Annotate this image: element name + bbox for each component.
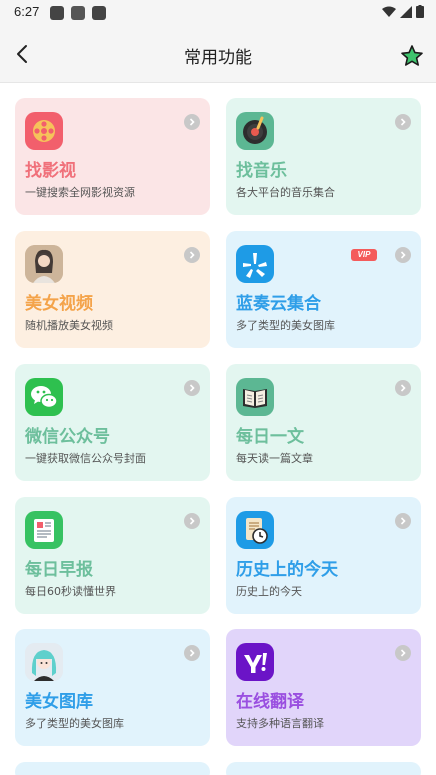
card-subtitle: 多了类型的美女图库 bbox=[25, 717, 124, 730]
feature-card-lanzou-collection[interactable]: VIP 蓝奏云集合 多了类型的美女图库 bbox=[226, 231, 421, 348]
feature-card-online-translate[interactable]: 在线翻译 支持多种语言翻译 bbox=[226, 629, 421, 746]
chevron-right-icon bbox=[395, 114, 411, 130]
feature-card-beauty-videos[interactable]: 美女视频 随机播放美女视频 bbox=[15, 231, 210, 348]
card-title: 在线翻译 bbox=[236, 692, 304, 712]
card-subtitle: 每天读一篇文章 bbox=[236, 452, 313, 465]
chevron-right-icon bbox=[184, 645, 200, 661]
feature-card-find-music[interactable]: 找音乐 各大平台的音乐集合 bbox=[226, 98, 421, 215]
chevron-right-icon bbox=[184, 380, 200, 396]
battery-icon bbox=[416, 5, 424, 18]
notification-icon bbox=[50, 6, 64, 20]
card-subtitle: 一键获取微信公众号封面 bbox=[25, 452, 146, 465]
feature-card-beauty-gallery[interactable]: 美女图库 多了类型的美女图库 bbox=[15, 629, 210, 746]
history-clock-icon bbox=[236, 511, 274, 549]
yahoo-icon bbox=[236, 643, 274, 681]
card-title: 找音乐 bbox=[236, 161, 287, 181]
card-subtitle: 支持多种语言翻译 bbox=[236, 717, 324, 730]
chevron-right-icon bbox=[395, 247, 411, 263]
card-title: 每日一文 bbox=[236, 427, 304, 447]
card-subtitle: 一键搜索全网影视资源 bbox=[25, 186, 135, 199]
chevron-right-icon bbox=[184, 114, 200, 130]
feature-card-partial[interactable] bbox=[226, 762, 421, 775]
favorite-button[interactable] bbox=[400, 44, 424, 68]
film-reel-icon bbox=[25, 112, 63, 150]
yelp-icon bbox=[236, 245, 274, 283]
card-title: 蓝奏云集合 bbox=[236, 294, 321, 314]
newspaper-icon bbox=[25, 511, 63, 549]
status-bar: 6:27 bbox=[0, 0, 436, 26]
card-subtitle: 历史上的今天 bbox=[236, 585, 302, 598]
chevron-right-icon bbox=[395, 380, 411, 396]
anime-avatar-icon bbox=[25, 643, 63, 681]
feature-card-today-in-history[interactable]: 历史上的今天 历史上的今天 bbox=[226, 497, 421, 614]
vip-badge: VIP bbox=[351, 249, 377, 261]
card-title: 找影视 bbox=[25, 161, 76, 181]
chevron-right-icon bbox=[184, 247, 200, 263]
status-indicators bbox=[382, 5, 424, 18]
chevron-right-icon bbox=[395, 513, 411, 529]
app-header: 常用功能 bbox=[0, 26, 436, 83]
page-title: 常用功能 bbox=[184, 48, 252, 68]
card-subtitle: 各大平台的音乐集合 bbox=[236, 186, 335, 199]
star-icon bbox=[401, 45, 423, 66]
open-book-icon bbox=[236, 378, 274, 416]
feature-card-wechat-official[interactable]: 微信公众号 一键获取微信公众号封面 bbox=[15, 364, 210, 481]
feature-card-daily-article[interactable]: 每日一文 每天读一篇文章 bbox=[226, 364, 421, 481]
feature-card-morning-news[interactable]: 每日早报 每日60秒读懂世界 bbox=[15, 497, 210, 614]
card-title: 历史上的今天 bbox=[236, 560, 338, 580]
vinyl-record-icon bbox=[236, 112, 274, 150]
notification-icon bbox=[92, 6, 106, 20]
feature-card-partial[interactable] bbox=[15, 762, 210, 775]
wifi-icon bbox=[382, 6, 396, 17]
status-time: 6:27 bbox=[14, 4, 40, 19]
card-subtitle: 多了类型的美女图库 bbox=[236, 319, 335, 332]
card-subtitle: 随机播放美女视频 bbox=[25, 319, 113, 332]
signal-icon bbox=[400, 5, 412, 18]
chevron-right-icon bbox=[184, 513, 200, 529]
portrait-photo-icon bbox=[25, 245, 63, 283]
text-notification-icon bbox=[71, 6, 85, 20]
card-title: 每日早报 bbox=[25, 560, 93, 580]
card-subtitle: 每日60秒读懂世界 bbox=[25, 585, 116, 598]
chevron-right-icon bbox=[395, 645, 411, 661]
card-title: 美女图库 bbox=[25, 692, 93, 712]
card-title: 美女视频 bbox=[25, 294, 93, 314]
feature-card-find-movies[interactable]: 找影视 一键搜索全网影视资源 bbox=[15, 98, 210, 215]
card-title: 微信公众号 bbox=[25, 427, 110, 447]
wechat-icon bbox=[25, 378, 63, 416]
